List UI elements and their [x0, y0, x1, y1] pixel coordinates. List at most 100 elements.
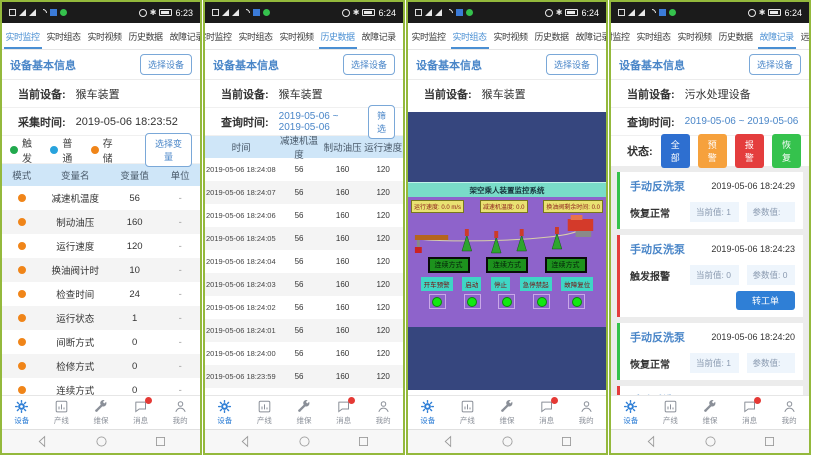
table-row[interactable]: 制动油压160- [2, 210, 200, 234]
table-row[interactable]: 2019-05-06 18:24:0356160120 [205, 273, 403, 296]
nav-profile[interactable]: 我的 [368, 399, 398, 426]
back-button[interactable] [442, 435, 455, 448]
tab-fault-record[interactable]: 故障记录 [168, 23, 200, 49]
nav-device[interactable]: 设备 [413, 399, 443, 426]
legend-存储[interactable]: 存储 [91, 135, 117, 165]
oil-pressure-cell: 160 [322, 165, 364, 174]
table-row[interactable]: 2019-05-06 18:24:0156160120 [205, 319, 403, 342]
home-button[interactable] [298, 435, 311, 448]
legend-触发[interactable]: 触发 [10, 135, 36, 165]
table-row[interactable]: 减速机温度56- [2, 186, 200, 210]
nav-maintenance[interactable]: 维保 [289, 399, 319, 426]
filter-all-button[interactable]: 全部 [661, 134, 690, 168]
tab-history-data[interactable]: 历史数据 [717, 23, 755, 49]
table-row[interactable]: 2019-05-06 18:24:0756160120 [205, 181, 403, 204]
table-row[interactable]: 检查时间24- [2, 282, 200, 306]
tab-realtime-config[interactable]: 实时组态 [635, 23, 673, 49]
nav-device[interactable]: 设备 [210, 399, 240, 426]
filter-recovered-button[interactable]: 恢复 [772, 134, 801, 168]
legend-普通[interactable]: 普通 [50, 135, 76, 165]
home-button[interactable] [704, 435, 717, 448]
table-row[interactable]: 换油阀计时10- [2, 258, 200, 282]
tab-realtime-config[interactable]: 实时组态 [237, 23, 275, 49]
select-device-button[interactable]: 选择设备 [140, 54, 192, 75]
scada-control-button[interactable]: 开车预警 [421, 277, 453, 291]
select-variable-button[interactable]: 选择变量 [145, 133, 192, 167]
table-row[interactable]: 运行状态1- [2, 306, 200, 330]
table-row[interactable]: 2019-05-06 18:24:0056160120 [205, 342, 403, 365]
table-row[interactable]: 2019-05-06 18:24:0456160120 [205, 250, 403, 273]
to-work-order-button[interactable]: 转工单 [736, 291, 795, 310]
nav-maintenance[interactable]: 维保 [695, 399, 725, 426]
table-row[interactable]: 运行速度120- [2, 234, 200, 258]
nav-profile[interactable]: 我的 [774, 399, 804, 426]
table-row[interactable]: 2019-05-06 18:23:5956160120 [205, 365, 403, 388]
nav-production-line[interactable]: 产线 [655, 399, 685, 426]
recents-button[interactable] [357, 435, 370, 448]
tab-realtime-video[interactable]: 实时视频 [86, 23, 124, 49]
nav-production-line[interactable]: 产线 [452, 399, 482, 426]
back-button[interactable] [645, 435, 658, 448]
select-device-button[interactable]: 选择设备 [546, 54, 598, 75]
home-button[interactable] [501, 435, 514, 448]
scada-control-button[interactable]: 急停禁起 [520, 277, 552, 291]
tab-realtime-video[interactable]: 实时视频 [492, 23, 530, 49]
back-button[interactable] [36, 435, 49, 448]
person-icon [173, 399, 188, 414]
nav-messages[interactable]: 消息 [126, 399, 156, 426]
scada-control-button[interactable]: 停止 [491, 277, 510, 291]
tab-fault-record[interactable]: 故障记录 [758, 23, 796, 49]
nav-production-line[interactable]: 产线 [249, 399, 279, 426]
tab-history-data[interactable]: 历史数据 [127, 23, 165, 49]
tab-fault-record[interactable]: 故障记录 [360, 23, 398, 49]
nav-profile[interactable]: 我的 [571, 399, 601, 426]
tab-realtime-monitor[interactable]: 实时监控 [410, 23, 448, 49]
select-device-button[interactable]: 选择设备 [343, 54, 395, 75]
table-row[interactable]: 检修方式0- [2, 354, 200, 378]
nav-messages[interactable]: 消息 [735, 399, 765, 426]
temp-cell: 56 [276, 257, 322, 266]
tab-fault-record[interactable]: 故障记录 [574, 23, 606, 49]
tab-realtime-video[interactable]: 实时视频 [676, 23, 714, 49]
tab-remote-control[interactable]: 远程控制 [799, 23, 809, 49]
nav-maintenance[interactable]: 维保 [492, 399, 522, 426]
tab-realtime-monitor[interactable]: 实时监控 [611, 23, 632, 49]
table-row[interactable]: 2019-05-06 18:24:0556160120 [205, 227, 403, 250]
home-button[interactable] [95, 435, 108, 448]
back-button[interactable] [239, 435, 252, 448]
tab-realtime-video[interactable]: 实时视频 [278, 23, 316, 49]
table-row[interactable]: 连续方式0- [2, 378, 200, 395]
table-row[interactable]: 2019-05-06 18:24:0856160120 [205, 158, 403, 181]
nav-maintenance[interactable]: 维保 [86, 399, 116, 426]
filter-warning-button[interactable]: 预警 [698, 134, 727, 168]
nav-production-line[interactable]: 产线 [46, 399, 76, 426]
scada-control-button[interactable]: 启动 [462, 277, 481, 291]
legend-label: 存储 [103, 135, 117, 165]
tab-realtime-monitor[interactable]: 实时监控 [205, 23, 234, 49]
table-row[interactable]: 间断方式0- [2, 330, 200, 354]
recents-button[interactable] [154, 435, 167, 448]
tab-realtime-monitor[interactable]: 实时监控 [4, 23, 42, 49]
scada-mode-button[interactable]: 连续方式 [428, 257, 470, 273]
scada-control-button[interactable]: 故障复位 [561, 277, 593, 291]
nav-device[interactable]: 设备 [616, 399, 646, 426]
tab-realtime-config[interactable]: 实时组态 [451, 23, 489, 49]
recents-button[interactable] [763, 435, 776, 448]
tab-history-data[interactable]: 历史数据 [533, 23, 571, 49]
table-row[interactable]: 2019-05-06 18:24:0656160120 [205, 204, 403, 227]
tab-history-data[interactable]: 历史数据 [319, 23, 357, 49]
recents-button[interactable] [560, 435, 573, 448]
filter-button[interactable]: 筛选 [368, 105, 395, 139]
scada-mode-button[interactable]: 连续方式 [545, 257, 587, 273]
table-row[interactable]: 2019-05-06 18:24:0256160120 [205, 296, 403, 319]
tab-remote-control[interactable]: 远程控制 [401, 23, 403, 49]
nav-profile[interactable]: 我的 [165, 399, 195, 426]
nav-device[interactable]: 设备 [7, 399, 37, 426]
tab-realtime-config[interactable]: 实时组态 [45, 23, 83, 49]
timestamp-cell: 2019-05-06 18:24:04 [205, 257, 276, 266]
select-device-button[interactable]: 选择设备 [749, 54, 801, 75]
filter-alarm-button[interactable]: 报警 [735, 134, 764, 168]
nav-messages[interactable]: 消息 [532, 399, 562, 426]
nav-messages[interactable]: 消息 [329, 399, 359, 426]
scada-mode-button[interactable]: 连续方式 [486, 257, 528, 273]
